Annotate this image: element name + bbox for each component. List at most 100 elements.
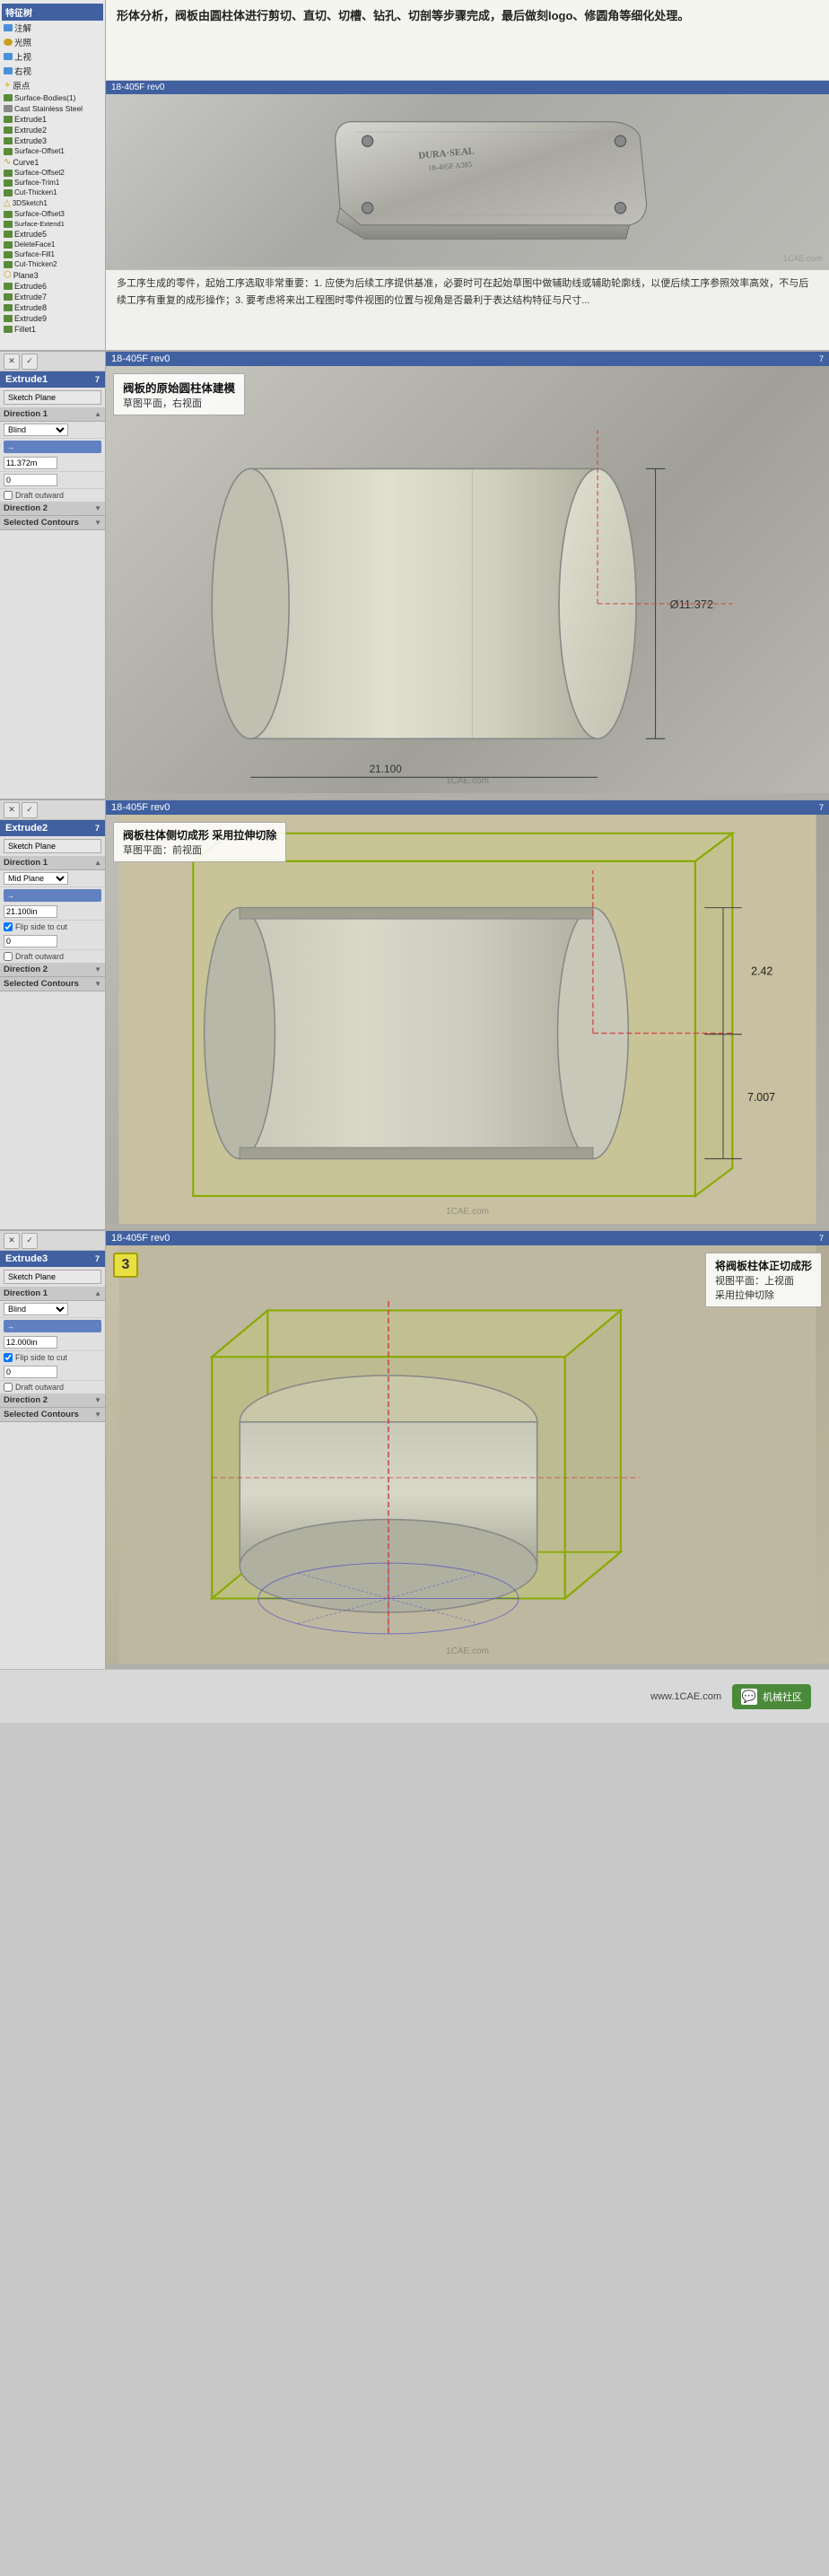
tree-item-extrude6[interactable]: Extrude6: [2, 281, 103, 292]
cut-cylinder-svg: 2.42 7.007: [106, 815, 829, 1224]
extrude3-panel: ✕ ✓ Extrude3 7 Sketch Plane Direction 1 …: [0, 1231, 106, 1669]
tree-item-top-view[interactable]: 上视: [2, 49, 103, 64]
depth-row: [0, 455, 105, 472]
direction2-section-3[interactable]: Direction 2 ▼: [0, 1393, 105, 1408]
tree-item-cut-thicken2[interactable]: Cut-Thicken2: [2, 259, 103, 269]
direction1-type-select-3[interactable]: Blind: [4, 1303, 68, 1315]
angle-input-3[interactable]: [4, 1366, 57, 1378]
wechat-label: 机械社区: [763, 1690, 802, 1704]
tree-item-deleteface1[interactable]: DeleteFace1: [2, 240, 103, 249]
analysis-title: 形体分析，阀板由圆柱体进行剪切、直切、切槽、钻孔、切剖等步骤完成，最后做刻log…: [117, 7, 818, 26]
cut-annotation-title: 阀板柱体侧切成形 采用拉伸切除: [123, 827, 276, 843]
check-icon[interactable]: ✓: [22, 354, 38, 370]
close-icon-2[interactable]: ✕: [4, 802, 20, 818]
tree-item-3dsketch1[interactable]: △ 3DSketch1: [2, 197, 103, 209]
tree-item-annotation[interactable]: 注解: [2, 21, 103, 35]
check-icon-2[interactable]: ✓: [22, 802, 38, 818]
tree-item-surface-offset3[interactable]: Surface-Offset3: [2, 209, 103, 219]
cad-titlebar-mid3: 18-405F rev0 7: [106, 1231, 829, 1245]
watermark-cut: 1CAE.com: [446, 1207, 489, 1217]
flip-side-checkbox-2[interactable]: [4, 922, 13, 931]
feature-tree-sidebar: 特征树 注解 光照 上视 右视 ✦ 原点 Surface-Bodies(1) C: [0, 0, 106, 350]
cad-viewport-top: DURA·SEAL 18-405F A385 1CAE.com: [106, 94, 829, 266]
feature-tree-header: 特征树: [2, 4, 103, 21]
wechat-icon: 💬: [741, 1689, 757, 1705]
tree-item-plane3[interactable]: ⬡ Plane3: [2, 269, 103, 281]
main-analysis-area: 形体分析，阀板由圆柱体进行剪切、直切、切槽、钻孔、切剖等步骤完成，最后做刻log…: [106, 0, 829, 350]
svg-text:21.100: 21.100: [370, 763, 403, 775]
extrude2-toolbar: ✕ ✓: [0, 800, 105, 820]
tree-item-extrude7[interactable]: Extrude7: [2, 292, 103, 302]
tree-item-lighting[interactable]: 光照: [2, 35, 103, 49]
draft-outward-row-3: Draft outward: [0, 1381, 105, 1393]
depth-row-3: [0, 1334, 105, 1351]
tree-item-fillet1[interactable]: Fillet1: [2, 324, 103, 335]
depth-input-3[interactable]: [4, 1336, 57, 1349]
step-3-badge: 3: [113, 1253, 138, 1278]
angle-input[interactable]: [4, 474, 57, 486]
angle-row-2: [0, 933, 105, 950]
tree-item-surface-fill1[interactable]: Surface-Fill1: [2, 249, 103, 259]
watermark-top: 1CAE.com: [783, 254, 822, 263]
ortho-annotation: 将阀板柱体正切成形 视图平面：上视面 采用拉伸切除: [705, 1253, 822, 1307]
tree-item-origin[interactable]: ✦ 原点: [2, 78, 103, 92]
svg-text:Ø11.372: Ø11.372: [670, 598, 713, 611]
cad-area-cylinder: 18-405F rev0 7 阀板的原始圆柱体建模 草图平面，右视面: [106, 352, 829, 799]
sketch-plane-button-3[interactable]: Sketch Plane: [4, 1270, 101, 1284]
extrude1-panel: ✕ ✓ Extrude1 7 Sketch Plane Direction 1 …: [0, 352, 106, 799]
direction1-type-select[interactable]: Blind: [4, 424, 68, 436]
tree-item-curve1[interactable]: ∿ Curve1: [2, 156, 103, 168]
cad-area-ortho-cut: 18-405F rev0 7 3 将阀板柱体正切成形 视图平面：上视面 采用拉伸…: [106, 1231, 829, 1669]
selected-contours-section-3[interactable]: Selected Contours ▼: [0, 1408, 105, 1422]
tree-item-extrude2[interactable]: Extrude2: [2, 125, 103, 135]
angle-input-2[interactable]: [4, 935, 57, 947]
tree-item-surface-bodies[interactable]: Surface-Bodies(1): [2, 92, 103, 103]
cad-titlebar-mid1: 18-405F rev0 7: [106, 352, 829, 366]
ortho-annotation-sub2: 采用拉伸切除: [715, 1288, 812, 1302]
tree-item-cast-ss[interactable]: Cast Stainless Steel: [2, 103, 103, 114]
tree-item-extrude8[interactable]: Extrude8: [2, 302, 103, 313]
sketch-plane-button[interactable]: Sketch Plane: [4, 390, 101, 405]
section-extrude1: ✕ ✓ Extrude1 7 Sketch Plane Direction 1 …: [0, 350, 829, 799]
svg-text:2.42: 2.42: [751, 965, 772, 977]
check-icon-3[interactable]: ✓: [22, 1233, 38, 1249]
tree-item-extrude1[interactable]: Extrude1: [2, 114, 103, 125]
selected-contours-section[interactable]: Selected Contours ▼: [0, 516, 105, 530]
annotation-title: 阀板的原始圆柱体建模: [123, 379, 235, 396]
cad-view-top-model: 18-405F rev0: [106, 81, 829, 269]
tree-item-extrude3[interactable]: Extrude3: [2, 135, 103, 146]
analysis-text: 多工序生成的零件，起始工序选取非常重要：1. 应使为后续工序提供基准，必要时可在…: [117, 275, 818, 309]
tree-item-extrude5[interactable]: Extrude5: [2, 229, 103, 240]
tree-item-extrude9[interactable]: Extrude9: [2, 313, 103, 324]
extrude3-toolbar: ✕ ✓: [0, 1231, 105, 1251]
tree-item-surface-trim1[interactable]: Surface-Trim1: [2, 178, 103, 188]
cad-titlebar-mid2: 18-405F rev0 7: [106, 800, 829, 815]
close-icon[interactable]: ✕: [4, 354, 20, 370]
extrude3-panel-title: Extrude3 7: [0, 1251, 105, 1267]
direction2-section[interactable]: Direction 2 ▼: [0, 502, 105, 516]
direction1-type-row-3: Blind: [0, 1301, 105, 1318]
sketch-plane-button-2[interactable]: Sketch Plane: [4, 839, 101, 853]
direction1-section-3[interactable]: Direction 1 ▲: [0, 1287, 105, 1301]
tree-item-surface-extend1[interactable]: Surface-Extend1: [2, 219, 103, 229]
depth-input-2[interactable]: [4, 905, 57, 918]
direction2-section-2[interactable]: Direction 2 ▼: [0, 963, 105, 977]
close-icon-3[interactable]: ✕: [4, 1233, 20, 1249]
draft-outward-checkbox-2[interactable]: [4, 952, 13, 961]
selected-contours-section-2[interactable]: Selected Contours ▼: [0, 977, 105, 991]
section-extrude2: ✕ ✓ Extrude2 7 Sketch Plane Direction 1 …: [0, 799, 829, 1229]
flip-side-row-2: Flip side to cut: [0, 921, 105, 933]
tree-item-surface-offset2[interactable]: Surface-Offset2: [2, 168, 103, 178]
direction1-type-select-2[interactable]: Mid Plane: [4, 872, 68, 885]
draft-outward-checkbox-3[interactable]: [4, 1383, 13, 1392]
tree-item-right-view[interactable]: 右视: [2, 64, 103, 78]
tree-item-cut-thicken1[interactable]: Cut-Thicken1: [2, 188, 103, 197]
depth-input[interactable]: [4, 457, 57, 469]
tree-item-surface-offset1[interactable]: Surface-Offset1: [2, 146, 103, 156]
flip-side-checkbox-3[interactable]: [4, 1353, 13, 1362]
direction1-section[interactable]: Direction 1 ▲: [0, 407, 105, 422]
draft-outward-checkbox[interactable]: [4, 491, 13, 500]
draft-outward-row-2: Draft outward: [0, 950, 105, 963]
cylinder-viewport: 阀板的原始圆柱体建模 草图平面，右视面: [106, 366, 829, 793]
direction1-section-2[interactable]: Direction 1 ▲: [0, 856, 105, 870]
